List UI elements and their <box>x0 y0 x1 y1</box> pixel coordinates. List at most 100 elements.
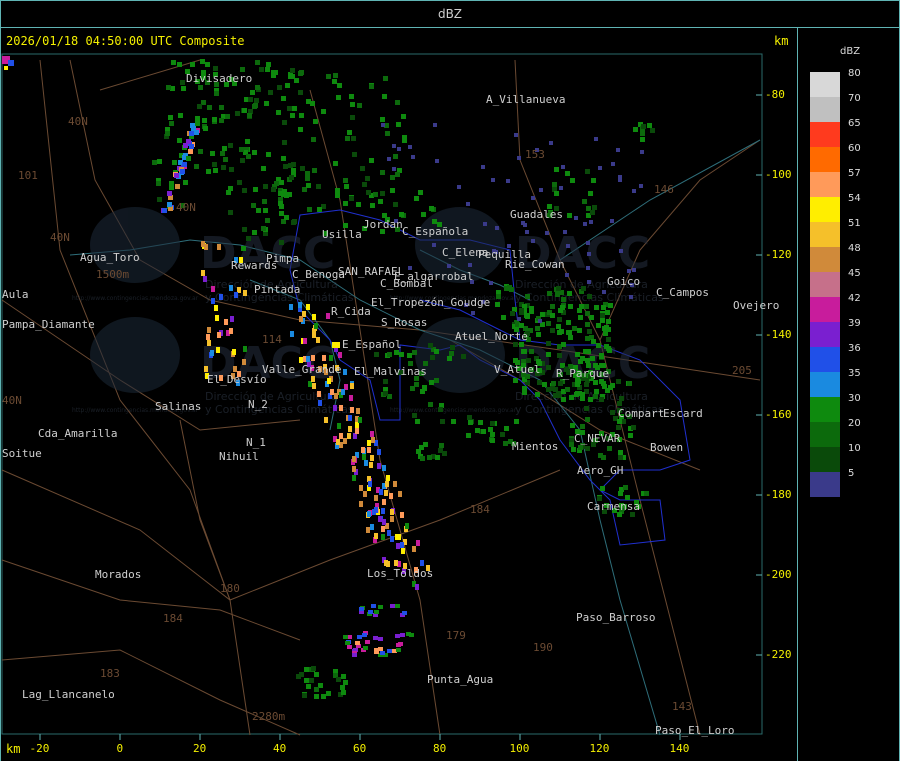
place-label: Compart <box>618 407 665 420</box>
echo-cell <box>495 302 500 307</box>
echo-cell <box>296 674 301 679</box>
echo-cell <box>585 311 590 316</box>
y-tick-label: -140 <box>765 328 792 341</box>
echo-cell <box>217 332 221 338</box>
echo-cell <box>203 126 208 131</box>
legend-value: 35 <box>848 368 861 379</box>
y-tick-label: -100 <box>765 168 792 181</box>
echo-cell <box>538 319 542 323</box>
echo-cell <box>481 165 485 169</box>
echo-cell <box>333 73 338 78</box>
echo-cell <box>629 295 633 299</box>
echo-cell <box>618 455 623 460</box>
echo-cell <box>383 76 388 81</box>
echo-cell <box>304 678 309 683</box>
echo-cell <box>632 189 636 193</box>
echo-cell <box>384 560 388 566</box>
echo-cell <box>369 462 373 468</box>
echo-cell <box>591 339 596 344</box>
echo-cell <box>211 298 215 304</box>
echo-cell <box>306 183 311 188</box>
echo-cell <box>380 651 385 655</box>
echo-cell <box>385 481 389 487</box>
echo-cell <box>174 173 179 178</box>
echo-cell <box>374 352 379 357</box>
echo-cell <box>396 543 400 549</box>
place-label: Divisadero <box>186 72 253 85</box>
echo-cell <box>378 199 383 204</box>
echo-cell <box>252 150 257 155</box>
echo-cell <box>205 62 210 67</box>
echo-cell <box>195 116 200 121</box>
echo-cell <box>264 101 269 106</box>
echo-cell <box>553 393 558 398</box>
radar-map[interactable]: DACC DACC DACC DACC Dirección de Agricul… <box>0 0 900 761</box>
legend-swatch <box>810 397 840 422</box>
echo-cell <box>206 169 211 174</box>
echo-cell <box>547 291 552 296</box>
echo-cell <box>554 191 559 196</box>
echo-cell <box>210 151 215 156</box>
echo-cell <box>178 113 183 118</box>
echo-cell <box>401 548 405 554</box>
echo-cell <box>546 387 551 392</box>
echo-cell <box>367 511 371 517</box>
echo-cell <box>584 304 589 309</box>
x-tick-label: 100 <box>509 742 530 755</box>
echo-cell <box>551 381 556 386</box>
echo-cell <box>392 167 396 171</box>
echo-cell <box>168 115 173 120</box>
place-label: Pampa_Diamante <box>2 318 95 331</box>
echo-cell <box>251 203 256 208</box>
x-tick-label: -20 <box>29 742 50 755</box>
echo-cell <box>432 243 436 247</box>
echo-cell <box>396 122 401 127</box>
echo-cell <box>537 380 542 385</box>
echo-cell <box>433 123 437 127</box>
echo-cell <box>616 425 621 430</box>
echo-cell <box>435 455 440 460</box>
echo-cell <box>594 305 599 310</box>
echo-cell <box>549 141 553 145</box>
svg-text:y Contingencias Climáticas: y Contingencias Climáticas <box>205 403 354 416</box>
echo-cell <box>316 337 320 343</box>
route-number-label: 179 <box>446 629 466 642</box>
echo-cell <box>522 390 527 395</box>
echo-cell <box>428 343 433 348</box>
legend-swatch <box>810 122 840 147</box>
echo-cell <box>229 285 233 291</box>
echo-cell <box>338 352 342 358</box>
echo-cell <box>241 246 246 251</box>
echo-cell <box>215 315 219 321</box>
echo-cell <box>189 131 194 136</box>
place-label: Nihuil <box>219 450 259 463</box>
echo-cell <box>306 304 310 310</box>
echo-cell <box>589 220 593 224</box>
echo-cell <box>289 175 294 180</box>
echo-cell <box>343 635 348 639</box>
echo-cell <box>304 667 309 672</box>
echo-cell <box>281 156 286 161</box>
echo-cell <box>298 90 303 95</box>
echo-cell <box>256 208 261 213</box>
echo-cell <box>285 83 290 88</box>
echo-cell <box>223 157 228 162</box>
echo-cell <box>345 641 350 645</box>
echo-cell <box>326 691 331 696</box>
echo-cell <box>575 391 580 396</box>
echo-cell <box>389 493 393 499</box>
echo-cell <box>414 382 419 387</box>
echo-cell <box>584 406 589 411</box>
x-tick-label: 0 <box>116 742 124 755</box>
echo-cell <box>343 369 347 375</box>
echo-cell <box>401 114 406 119</box>
echo-cell <box>546 365 551 370</box>
echo-cell <box>259 67 264 72</box>
echo-cell <box>572 326 577 331</box>
echo-cell <box>567 291 572 296</box>
echo-cell <box>610 219 614 223</box>
echo-cell <box>182 162 187 167</box>
echo-cell <box>352 653 357 657</box>
echo-cell <box>457 185 461 189</box>
echo-cell <box>618 178 622 182</box>
